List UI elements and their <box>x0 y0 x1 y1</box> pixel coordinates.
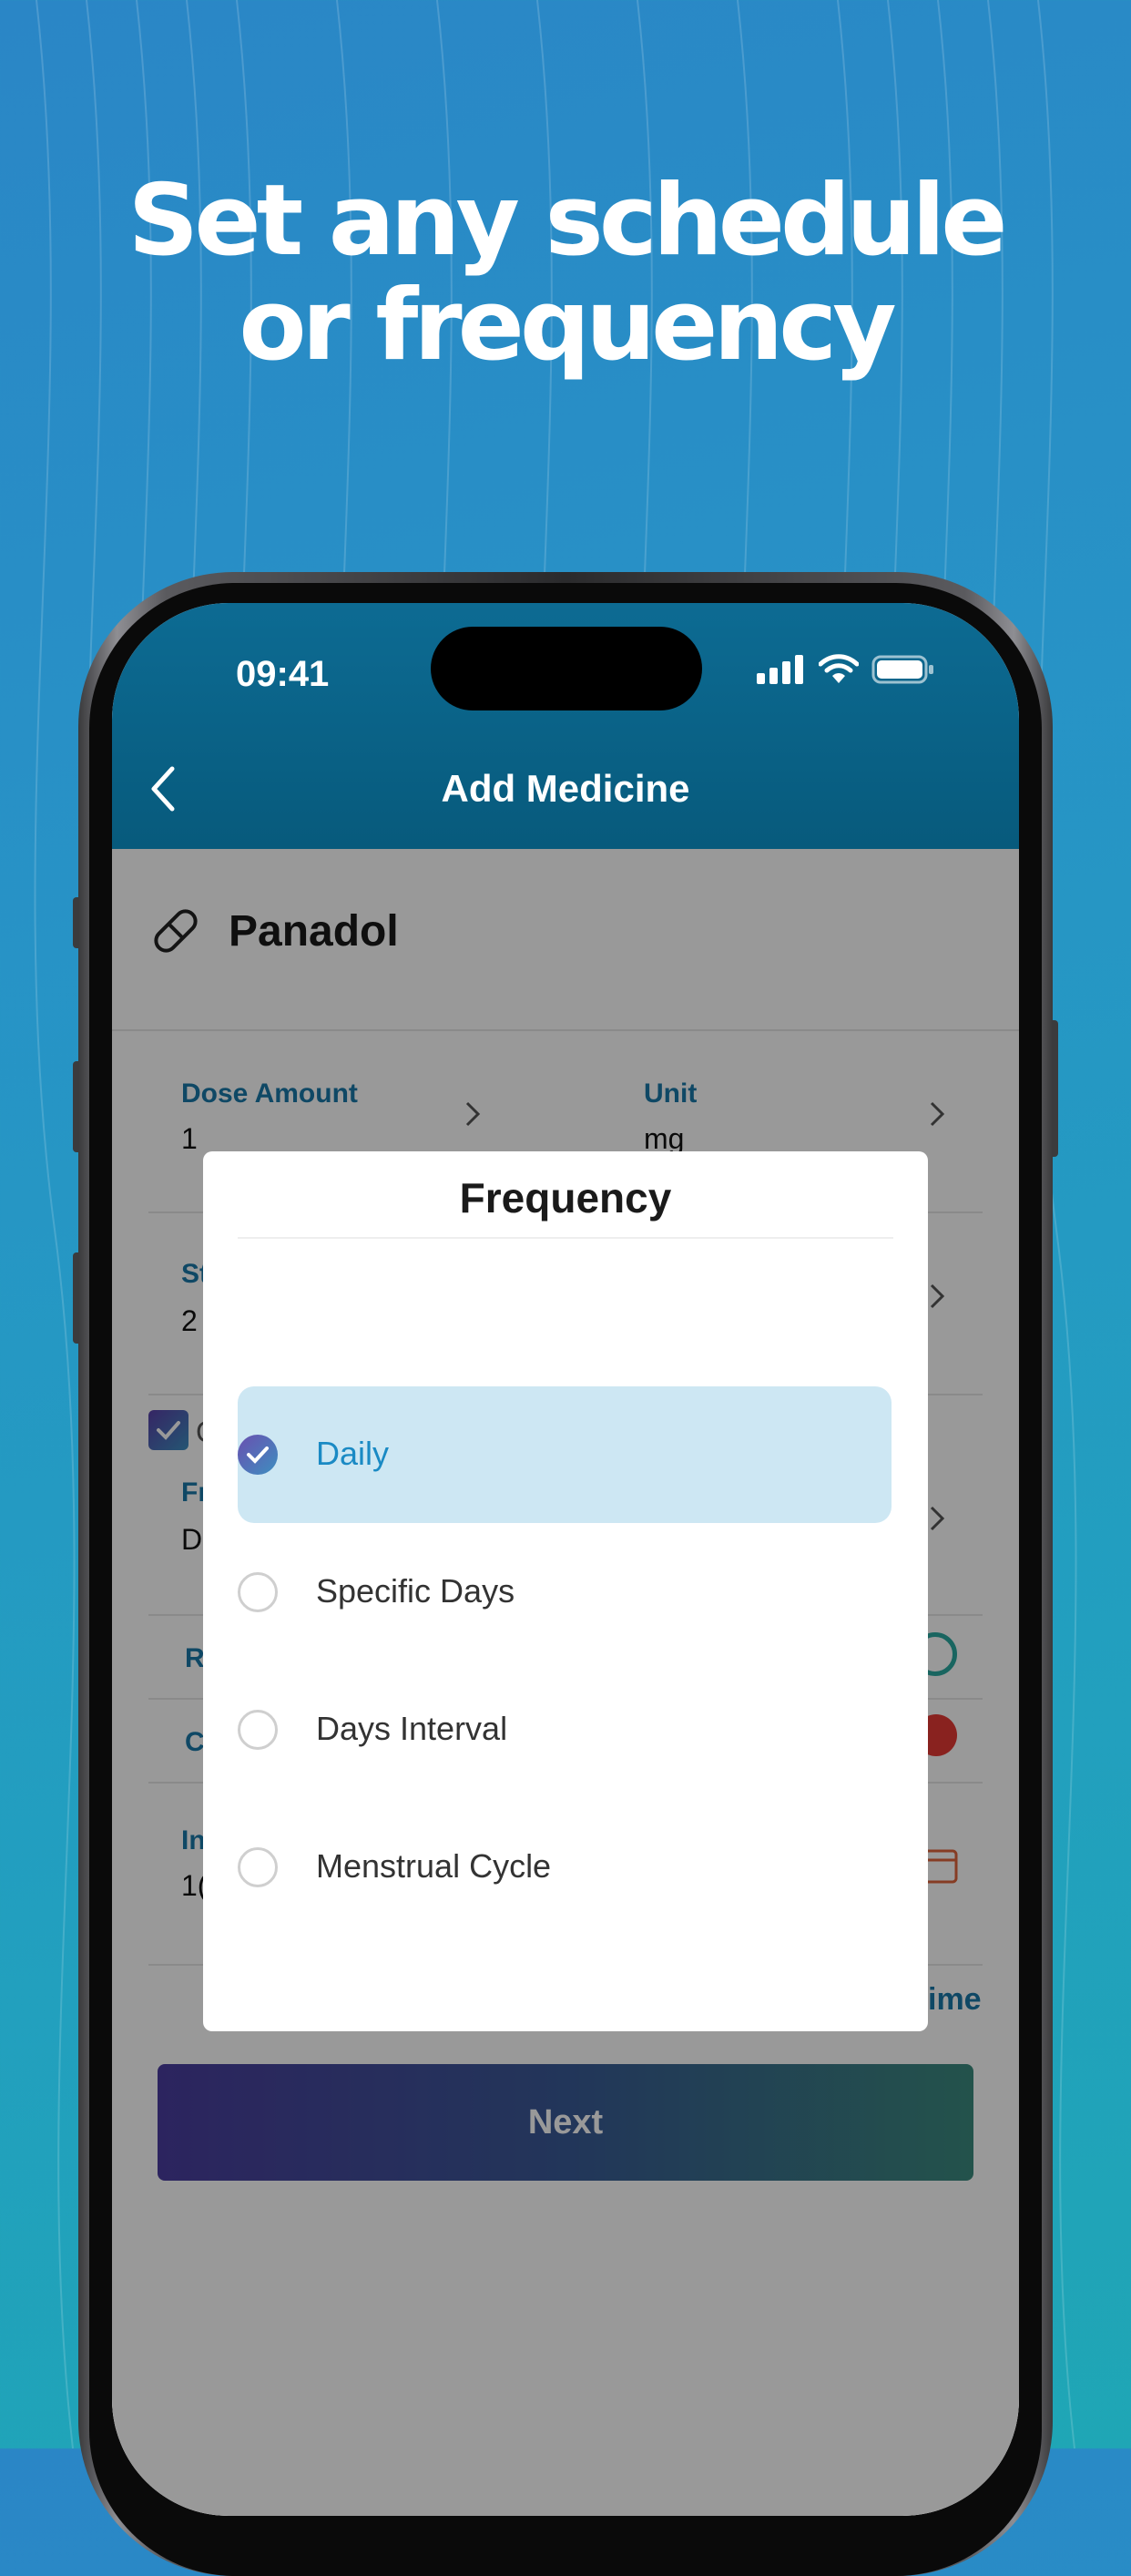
radio-checked-icon <box>238 1435 278 1475</box>
status-icons <box>757 654 935 685</box>
option-specific-days[interactable]: Specific Days <box>238 1524 892 1661</box>
frequency-modal: Frequency Daily Specific Days Days Inter… <box>203 1151 928 2031</box>
option-days-interval[interactable]: Days Interval <box>238 1661 892 1798</box>
option-label: Days Interval <box>316 1710 508 1747</box>
headline: Set any schedule or frequency <box>0 169 1131 378</box>
radio-unchecked-icon <box>238 1710 278 1750</box>
status-time: 09:41 <box>236 654 330 694</box>
modal-divider <box>238 1237 893 1239</box>
headline-line-1: Set any schedule <box>127 164 1008 278</box>
app-header: 09:41 Add Medicine <box>112 603 1019 849</box>
option-label: Menstrual Cycle <box>316 1847 552 1885</box>
signal-icon <box>757 655 803 684</box>
page-title: Add Medicine <box>441 767 690 810</box>
radio-unchecked-icon <box>238 1572 278 1612</box>
radio-unchecked-icon <box>238 1847 278 1887</box>
option-label: Specific Days <box>316 1572 515 1610</box>
option-daily[interactable]: Daily <box>238 1386 892 1523</box>
wifi-icon <box>819 654 859 683</box>
dynamic-island <box>431 627 702 710</box>
battery-icon <box>871 655 933 684</box>
option-label: Daily <box>316 1435 390 1472</box>
option-menstrual-cycle[interactable]: Menstrual Cycle <box>238 1799 892 1936</box>
modal-title: Frequency <box>459 1174 672 1222</box>
headline-line-2: or frequency <box>239 269 896 383</box>
phone-screen: 09:41 Add Medicine Panadol Dose Amount 1… <box>112 603 1019 2516</box>
